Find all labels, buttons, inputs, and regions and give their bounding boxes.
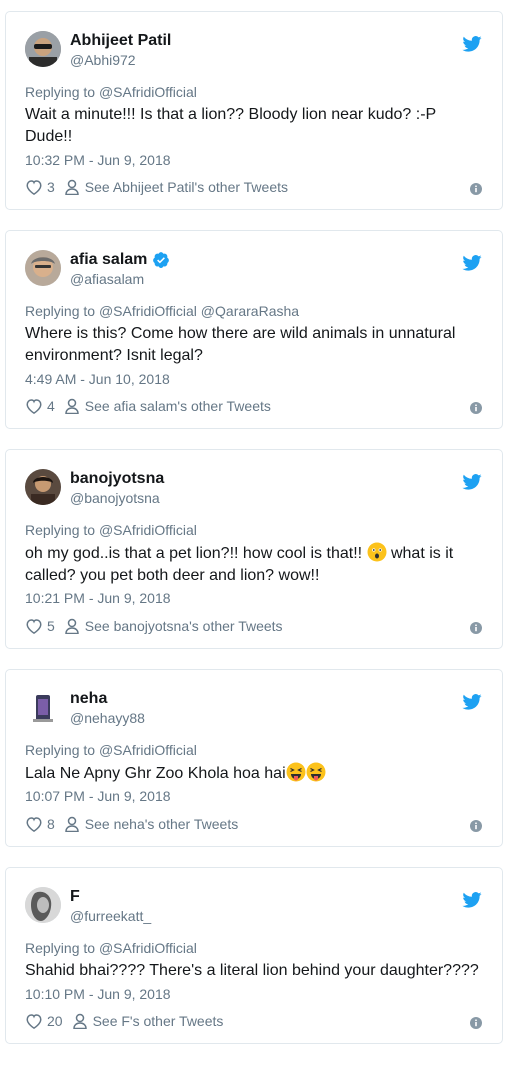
tweet-text: Wait a minute!!! Is that a lion?? Bloody… [25,106,437,145]
twitter-bird-icon[interactable] [462,255,482,271]
tweet-card: banojyotsna @banojyotsna Replying to @SA… [5,449,503,649]
tweet-card: F @furreekatt_ Replying to @SAfridiOffic… [5,867,503,1044]
avatar[interactable] [25,887,61,923]
squinting-tongue-emoji-icon [306,762,326,782]
see-other-tweets-link[interactable]: See neha's other Tweets [85,816,238,832]
twitter-bird-icon[interactable] [462,892,482,908]
see-other-tweets-link[interactable]: See Abhijeet Patil's other Tweets [85,179,288,195]
tweet-text: oh my god..is that a pet lion?!! how coo… [25,542,485,587]
twitter-bird-icon[interactable] [462,474,482,490]
mention-link[interactable]: @SAfridiOfficial [99,940,197,956]
person-icon[interactable] [72,1013,87,1029]
person-icon[interactable] [65,398,79,414]
mention-link[interactable]: @SAfridiOfficial [99,742,197,758]
heart-icon[interactable] [25,398,43,414]
replying-to: Replying to @SAfridiOfficial [25,84,197,100]
see-other-tweets-link[interactable]: See afia salam's other Tweets [85,398,271,414]
info-icon[interactable] [470,402,482,414]
user-name[interactable]: banojyotsna [70,470,164,488]
like-count[interactable]: 4 [47,398,55,414]
user-handle[interactable]: @afiasalam [70,271,144,287]
user-name[interactable]: afia salam [70,251,147,269]
astonished-emoji-icon [367,542,387,562]
heart-icon[interactable] [25,179,43,195]
timestamp[interactable]: 10:07 PM - Jun 9, 2018 [25,788,171,804]
timestamp[interactable]: 10:32 PM - Jun 9, 2018 [25,152,171,168]
person-icon[interactable] [65,179,79,195]
info-icon[interactable] [470,183,482,195]
tweet-text: Lala Ne Apny Ghr Zoo Khola hoa hai [25,762,485,785]
twitter-bird-icon[interactable] [462,36,482,52]
info-icon[interactable] [470,622,482,634]
mention-link[interactable]: @SAfridiOfficial [99,84,197,100]
tweet-card: neha @nehayy88 Replying to @SAfridiOffic… [5,669,503,847]
mention-link[interactable]: @SAfridiOfficial @QararaRasha [99,303,299,319]
like-count[interactable]: 5 [47,618,55,634]
mention-link[interactable]: @SAfridiOfficial [99,522,197,538]
like-count[interactable]: 8 [47,816,55,832]
see-other-tweets-link[interactable]: See banojyotsna's other Tweets [85,618,283,634]
user-handle[interactable]: @furreekatt_ [70,908,151,924]
tweet-card: Abhijeet Patil @Abhi972 Replying to @SAf… [5,11,503,210]
squinting-tongue-emoji-icon [286,762,306,782]
heart-icon[interactable] [25,1013,43,1029]
replying-to: Replying to @SAfridiOfficial [25,940,197,956]
person-icon[interactable] [65,618,79,634]
avatar[interactable] [25,250,61,286]
user-handle[interactable]: @nehayy88 [70,710,145,726]
tweet-text: Where is this? Come how there are wild a… [25,325,456,364]
user-name[interactable]: Abhijeet Patil [70,32,171,50]
timestamp[interactable]: 4:49 AM - Jun 10, 2018 [25,371,170,387]
replying-to: Replying to @SAfridiOfficial [25,742,197,758]
avatar[interactable] [25,689,61,725]
timestamp[interactable]: 10:10 PM - Jun 9, 2018 [25,986,171,1002]
info-icon[interactable] [470,820,482,832]
avatar[interactable] [25,31,61,67]
see-other-tweets-link[interactable]: See F's other Tweets [93,1013,224,1029]
replying-to: Replying to @SAfridiOfficial [25,522,197,538]
avatar[interactable] [25,469,61,505]
like-count[interactable]: 3 [47,179,55,195]
timestamp[interactable]: 10:21 PM - Jun 9, 2018 [25,590,171,606]
tweet-card: afia salam @afiasalam Replying to @SAfri… [5,230,503,429]
like-count[interactable]: 20 [47,1013,63,1029]
user-name[interactable]: F [70,888,80,906]
heart-icon[interactable] [25,618,43,634]
user-handle[interactable]: @Abhi972 [70,52,136,68]
replying-to: Replying to @SAfridiOfficial @QararaRash… [25,303,300,319]
verified-badge-icon [153,252,170,268]
person-icon[interactable] [65,816,79,832]
twitter-bird-icon[interactable] [462,694,482,710]
tweet-text: Shahid bhai???? There's a literal lion b… [25,962,479,979]
heart-icon[interactable] [25,816,43,832]
user-name[interactable]: neha [70,690,107,708]
user-handle[interactable]: @banojyotsna [70,490,160,506]
info-icon[interactable] [470,1017,482,1029]
